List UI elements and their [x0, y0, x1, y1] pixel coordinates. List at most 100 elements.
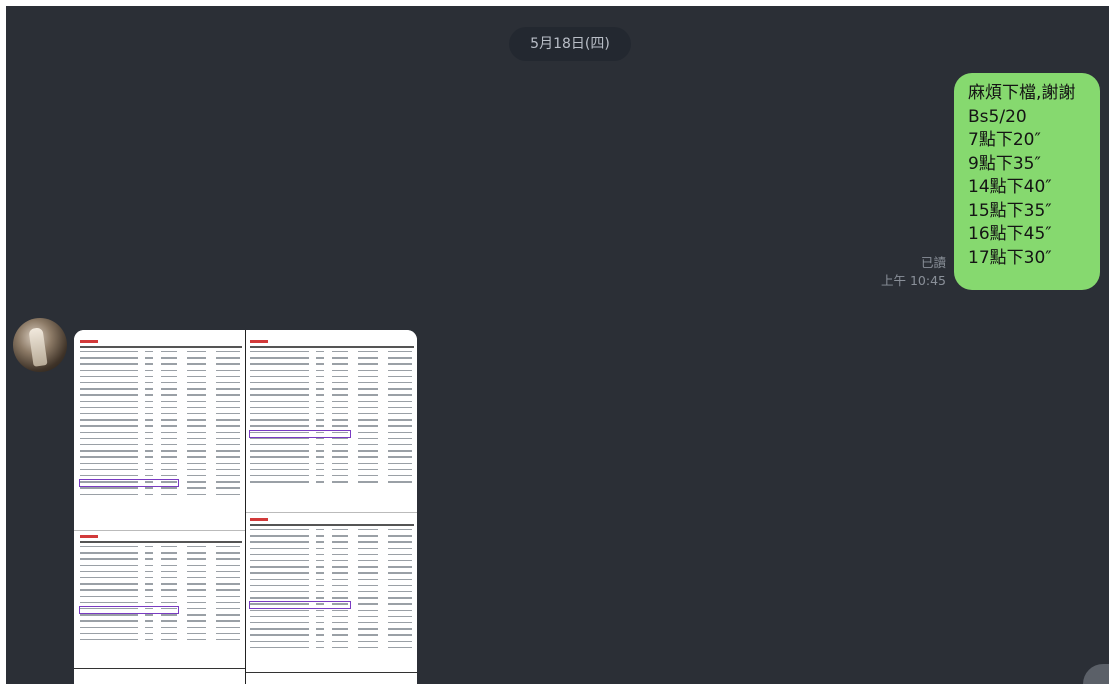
doc-text-row	[332, 363, 349, 365]
doc-text-row	[358, 553, 378, 556]
doc-text-row	[216, 608, 241, 610]
doc-text-row	[186, 400, 207, 402]
doc-text-row	[387, 369, 413, 371]
doc-text-row	[250, 560, 310, 562]
doc-text-row	[144, 558, 153, 560]
message-line: 7點下20″	[968, 130, 1041, 150]
doc-text-row	[315, 566, 324, 568]
doc-text-row	[186, 577, 207, 579]
doc-text-row	[387, 394, 413, 396]
doc-text-row	[358, 456, 378, 458]
doc-text-row	[186, 450, 207, 452]
scroll-down-button[interactable]	[1083, 664, 1109, 684]
doc-text-row	[161, 564, 178, 566]
doc-text-row	[186, 558, 207, 560]
doc-text-row	[358, 628, 378, 630]
doc-text-row	[80, 583, 139, 585]
doc-text-row	[387, 560, 413, 562]
doc-red-title	[80, 535, 98, 538]
doc-text-row	[387, 388, 413, 390]
doc-text-row	[315, 578, 324, 580]
doc-text-row	[186, 462, 207, 464]
message-meta: 已讀 上午 10:45	[881, 254, 946, 290]
doc-text-row	[250, 437, 310, 440]
doc-text-row	[216, 406, 241, 409]
doc-text-row	[387, 535, 413, 537]
doc-text-row	[161, 620, 178, 622]
doc-text-row	[315, 456, 324, 458]
doc-text-row	[358, 634, 378, 636]
doc-text-row	[161, 583, 178, 585]
doc-text-row	[358, 584, 378, 587]
doc-text-row	[161, 444, 178, 446]
doc-text-row	[315, 646, 324, 649]
chat-view[interactable]: 5月18日(四) 麻煩下檔,謝謝 Bs5/20 7點下20″ 9點下35″ 14…	[6, 6, 1109, 684]
doc-text-row	[358, 382, 378, 384]
doc-text-row	[186, 626, 207, 628]
doc-text-row	[387, 572, 413, 574]
doc-text-row	[186, 481, 207, 483]
doc-text-row	[80, 462, 139, 464]
doc-text-row	[358, 578, 378, 580]
doc-text-row	[144, 375, 153, 378]
doc-text-row	[144, 431, 153, 433]
doc-text-row	[216, 413, 241, 415]
doc-text-row	[358, 357, 378, 359]
doc-text-row	[161, 357, 178, 359]
doc-text-row	[387, 622, 413, 624]
doc-text-row	[358, 369, 378, 371]
doc-text-row	[387, 628, 413, 630]
doc-text-row	[186, 413, 207, 415]
doc-text-row	[161, 369, 178, 371]
doc-text-row	[250, 394, 310, 396]
doc-text-row	[161, 570, 178, 573]
doc-text-row	[332, 578, 349, 580]
doc-text-row	[387, 646, 413, 649]
doc-text-row	[144, 595, 153, 597]
doc-text-row	[144, 475, 153, 477]
doc-text-row	[250, 406, 310, 409]
doc-text-row	[358, 468, 378, 471]
doc-text-row	[250, 634, 310, 636]
doc-text-row	[358, 640, 378, 642]
avatar[interactable]	[13, 318, 67, 372]
doc-text-row	[387, 529, 413, 531]
doc-text-row	[80, 639, 139, 641]
doc-text-row	[161, 626, 178, 628]
doc-text-row	[250, 369, 310, 371]
doc-text-row	[186, 589, 207, 591]
doc-text-row	[161, 595, 178, 597]
doc-text-row	[250, 547, 310, 549]
doc-text-row	[80, 431, 139, 433]
doc-text-row	[387, 450, 413, 452]
outgoing-message-bubble[interactable]: 麻煩下檔,謝謝 Bs5/20 7點下20″ 9點下35″ 14點下40″ 15點…	[954, 73, 1100, 290]
doc-text-row	[358, 646, 378, 649]
doc-text-row	[216, 589, 241, 591]
doc-text-row	[358, 481, 378, 483]
doc-text-row	[250, 622, 310, 624]
doc-text-row	[186, 595, 207, 597]
doc-text-row	[332, 646, 349, 649]
doc-text-row	[315, 640, 324, 642]
doc-text-row	[186, 382, 207, 384]
doc-text-row	[161, 419, 178, 421]
doc-text-row	[161, 577, 178, 579]
doc-text-row	[358, 375, 378, 378]
doc-red-title	[250, 518, 268, 521]
section-divider	[74, 530, 245, 531]
doc-text-row	[216, 400, 241, 402]
doc-text-row	[216, 493, 241, 495]
doc-text-row	[161, 546, 178, 548]
doc-text-row	[387, 468, 413, 471]
doc-text-row	[332, 628, 349, 630]
doc-text-row	[161, 493, 178, 495]
doc-text-row	[315, 560, 324, 562]
doc-text-row	[161, 614, 178, 616]
doc-text-row	[144, 357, 153, 359]
doc-text-row	[250, 444, 310, 446]
doc-text-row	[332, 615, 349, 618]
doc-text-row	[216, 450, 241, 452]
doc-text-row	[387, 475, 413, 477]
image-message[interactable]	[74, 330, 417, 684]
doc-text-row	[387, 603, 413, 605]
